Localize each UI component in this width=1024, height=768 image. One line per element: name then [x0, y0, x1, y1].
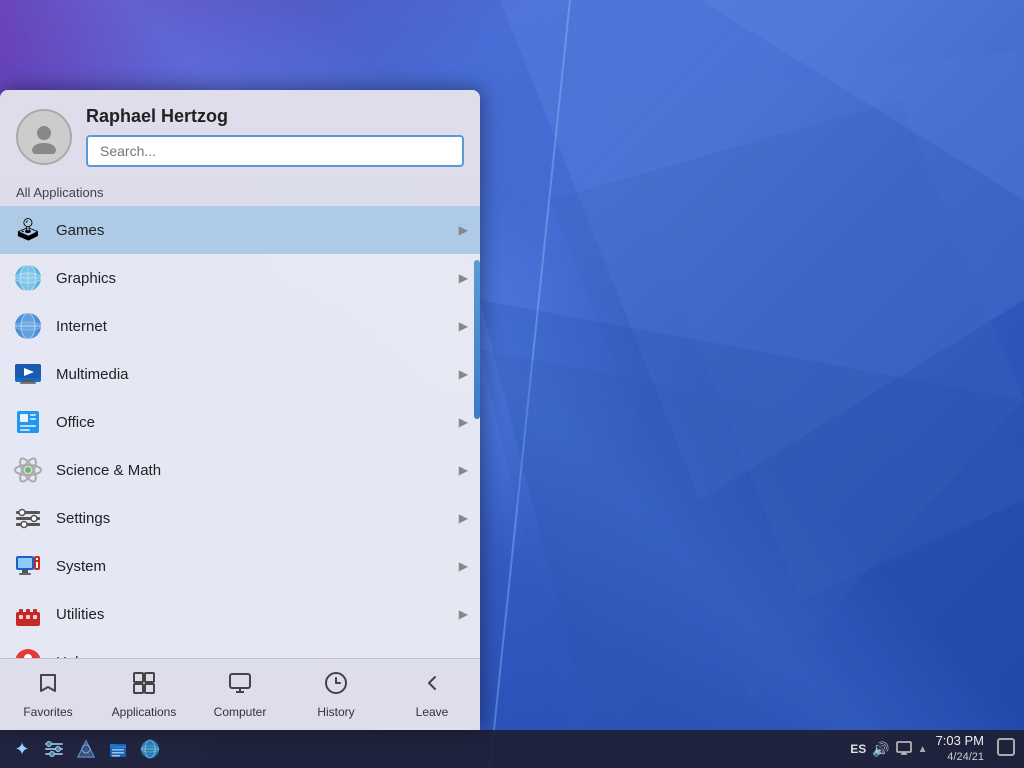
graphics-icon	[12, 262, 44, 294]
menu-item-internet[interactable]: Internet ▶	[0, 302, 480, 350]
clock-time: 7:03 PM	[936, 733, 984, 750]
settings-icon	[12, 502, 44, 534]
leave-label: Leave	[416, 705, 449, 719]
nav-history[interactable]: History	[288, 659, 384, 730]
system-icon	[12, 550, 44, 582]
menu-item-multimedia-label: Multimedia	[56, 366, 447, 383]
menu-item-science-math[interactable]: Science & Math ▶	[0, 446, 480, 494]
menu-item-help[interactable]: ? Help	[0, 638, 480, 658]
user-name: Raphael Hertzog	[86, 106, 464, 127]
nav-leave[interactable]: Leave	[384, 659, 480, 730]
systray: ES 🔊 ▲	[850, 740, 927, 759]
clock-date: 4/24/21	[936, 750, 984, 764]
internet-arrow-icon: ▶	[459, 319, 468, 333]
taskbar-left: ✦	[8, 735, 850, 763]
menu-item-settings-label: Settings	[56, 510, 447, 527]
user-info-area: Raphael Hertzog	[86, 106, 464, 167]
science-math-arrow-icon: ▶	[459, 463, 468, 477]
menu-item-games-label: Games	[56, 222, 447, 239]
applications-icon	[132, 671, 156, 701]
search-input[interactable]	[86, 135, 464, 167]
computer-label: Computer	[214, 705, 267, 719]
nav-computer[interactable]: Computer	[192, 659, 288, 730]
games-icon: 🕹	[12, 214, 44, 246]
menu-item-utilities-label: Utilities	[56, 606, 447, 623]
menu-item-help-label: Help	[56, 654, 468, 659]
nav-favorites[interactable]: Favorites	[0, 659, 96, 730]
utilities-arrow-icon: ▶	[459, 607, 468, 621]
system-arrow-icon: ▶	[459, 559, 468, 573]
all-apps-label: All Applications	[0, 179, 480, 206]
menu-item-settings[interactable]: Settings ▶	[0, 494, 480, 542]
graphics-arrow-icon: ▶	[459, 271, 468, 285]
games-arrow-icon: ▶	[459, 223, 468, 237]
user-area: Raphael Hertzog	[0, 90, 480, 179]
taskbar: ✦	[0, 730, 1024, 768]
taskbar-files[interactable]	[104, 735, 132, 763]
multimedia-icon	[12, 358, 44, 390]
office-arrow-icon: ▶	[459, 415, 468, 429]
tray-up-icon[interactable]: ▲	[918, 744, 928, 755]
applications-label: Applications	[112, 705, 177, 719]
favorites-icon	[36, 671, 60, 701]
search-box	[86, 135, 464, 167]
volume-icon[interactable]: 🔊	[872, 741, 889, 758]
clock: 7:03 PM 4/24/21	[936, 733, 984, 764]
taskbar-mixer[interactable]	[40, 735, 68, 763]
avatar	[16, 109, 72, 165]
history-label: History	[317, 705, 354, 719]
menu-item-system-label: System	[56, 558, 447, 575]
history-icon	[324, 671, 348, 701]
leave-icon	[420, 671, 444, 701]
utilities-icon	[12, 598, 44, 630]
menu-item-office-label: Office	[56, 414, 447, 431]
display-icon[interactable]	[896, 740, 912, 759]
taskbar-network[interactable]	[72, 735, 100, 763]
menu-items-list: 🕹 Games ▶ Graphics ▶	[0, 206, 480, 658]
science-math-icon	[12, 454, 44, 486]
menu-item-graphics[interactable]: Graphics ▶	[0, 254, 480, 302]
nav-applications[interactable]: Applications	[96, 659, 192, 730]
menu-item-utilities[interactable]: Utilities ▶	[0, 590, 480, 638]
menu-item-internet-label: Internet	[56, 318, 447, 335]
taskbar-end-icon[interactable]	[996, 737, 1016, 762]
menu-item-games[interactable]: 🕹 Games ▶	[0, 206, 480, 254]
menu-item-system[interactable]: System ▶	[0, 542, 480, 590]
menu-item-graphics-label: Graphics	[56, 270, 447, 287]
svg-text:?: ?	[24, 657, 33, 658]
favorites-label: Favorites	[23, 705, 72, 719]
computer-icon	[228, 671, 252, 701]
menu-item-science-math-label: Science & Math	[56, 462, 447, 479]
lang-indicator[interactable]: ES	[850, 742, 866, 756]
bottom-nav: Favorites Applications Co	[0, 658, 480, 730]
taskbar-right: ES 🔊 ▲ 7:03 PM 4/24/21	[850, 733, 1016, 764]
settings-arrow-icon: ▶	[459, 511, 468, 525]
multimedia-arrow-icon: ▶	[459, 367, 468, 381]
start-menu: Raphael Hertzog All Applications 🕹 Games…	[0, 90, 480, 730]
internet-icon	[12, 310, 44, 342]
office-icon	[12, 406, 44, 438]
menu-item-office[interactable]: Office ▶	[0, 398, 480, 446]
menu-item-multimedia[interactable]: Multimedia ▶	[0, 350, 480, 398]
help-icon: ?	[12, 646, 44, 658]
taskbar-globe[interactable]	[136, 735, 164, 763]
start-button[interactable]: ✦	[8, 735, 36, 763]
